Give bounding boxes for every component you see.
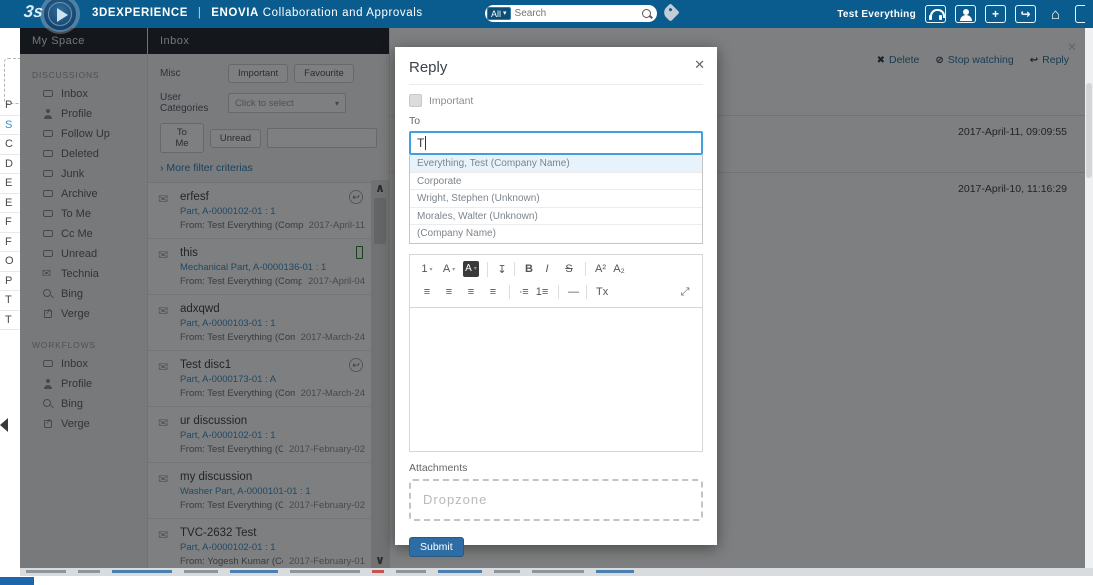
profile-icon[interactable] [955, 5, 976, 23]
autocomplete-option[interactable]: Corporate [410, 173, 702, 191]
search-icon[interactable] [641, 8, 653, 20]
clipped-row: S [0, 116, 20, 136]
user-area: Test Everything + ↪ ⌂ [837, 0, 1085, 28]
superscript-icon[interactable]: A² [585, 262, 608, 276]
clipped-row: F [0, 213, 20, 233]
clipped-row: E [0, 174, 20, 194]
autocomplete-option[interactable]: (Company Name) [410, 225, 702, 243]
align-right-icon[interactable]: ≡ [460, 285, 482, 299]
clipped-row: D [0, 155, 20, 175]
app-suffix: Collaboration and Approvals [263, 7, 423, 19]
reply-modal: ✕ Reply Important To Everything, Test (C… [395, 47, 717, 545]
clipped-row: C [0, 135, 20, 155]
page-scrollbar[interactable] [1085, 28, 1093, 568]
submit-button[interactable]: Submit [409, 537, 464, 557]
autocomplete-option[interactable]: Everything, Test (Company Name) [410, 155, 702, 173]
modal-title: Reply [409, 59, 703, 85]
close-icon[interactable]: ✕ [694, 57, 705, 73]
add-icon[interactable]: + [985, 5, 1006, 23]
numbered-list-icon[interactable]: 1≡ [531, 285, 553, 299]
bold-icon[interactable]: B [514, 262, 536, 276]
horizontal-rule-icon[interactable]: — [558, 285, 581, 299]
text-cursor [425, 136, 426, 150]
important-label: Important [429, 95, 473, 107]
app-name: ENOVIA [211, 7, 259, 19]
underline-icon[interactable]: ↧ [487, 262, 509, 277]
support-headset-icon[interactable] [925, 5, 946, 23]
editor-toolbar: 1AA↧BISA²A₂ ≡≡≡≡∙≡1≡—Tx⤢ [409, 254, 703, 307]
clipped-blue-element [0, 577, 34, 585]
italic-icon[interactable]: I [536, 262, 558, 276]
bullet-list-icon[interactable]: ∙≡ [509, 285, 531, 299]
share-icon[interactable]: ↪ [1015, 5, 1036, 23]
autocomplete-dropdown: Everything, Test (Company Name)Corporate… [409, 155, 703, 244]
attachments-dropzone[interactable]: Dropzone [409, 479, 703, 521]
home-icon[interactable]: ⌂ [1045, 5, 1066, 23]
to-input[interactable] [409, 131, 703, 155]
scrollbar-thumb[interactable] [1086, 83, 1092, 178]
clipped-row: E [0, 194, 20, 214]
clipped-row: T [0, 311, 20, 331]
paragraph-style-icon[interactable]: 1 [416, 262, 438, 276]
autocomplete-option[interactable]: Wright, Stephen (Unknown) [410, 190, 702, 208]
subscript-icon[interactable]: A₂ [608, 262, 630, 276]
fullscreen-icon[interactable]: ⤢ [674, 285, 696, 300]
clipped-row: T [0, 291, 20, 311]
editor-body[interactable] [409, 307, 703, 452]
search-input[interactable] [511, 8, 641, 19]
clipped-row-list: PSCDEEFFOPTT [0, 96, 20, 330]
important-checkbox[interactable] [409, 94, 422, 107]
to-field-wrapper [409, 131, 703, 155]
text-color-icon[interactable]: A [438, 262, 460, 276]
chevron-down-icon: ▾ [503, 8, 507, 20]
panel-collapse-arrow-icon[interactable] [0, 418, 8, 432]
attachments-label: Attachments [409, 462, 703, 474]
play-icon [57, 8, 68, 22]
clipped-row: F [0, 233, 20, 253]
toolbar-row-2: ≡≡≡≡∙≡1≡—Tx⤢ [416, 281, 696, 304]
clipped-row: P [0, 272, 20, 292]
global-search: All ▾ [485, 5, 657, 22]
app-title: 3DEXPERIENCE | ENOVIA Collaboration and … [92, 7, 423, 19]
brand-name: 3DEXPERIENCE [92, 7, 188, 19]
clipped-row: P [0, 96, 20, 116]
tag-icon[interactable] [661, 3, 679, 21]
autocomplete-option[interactable]: Morales, Walter (Unknown) [410, 208, 702, 226]
top-bar: 3s 3DEXPERIENCE | ENOVIA Collaboration a… [0, 0, 1093, 28]
compass-icon[interactable] [42, 0, 78, 32]
clipped-icon[interactable] [1075, 5, 1085, 23]
search-scope-select[interactable]: All ▾ [487, 7, 511, 20]
clipped-row: O [0, 252, 20, 272]
align-center-icon[interactable]: ≡ [438, 285, 460, 299]
align-left-icon[interactable]: ≡ [416, 285, 438, 299]
clipped-content-strip [20, 568, 1093, 576]
highlight-color-icon[interactable]: A [463, 261, 479, 277]
app-root: PSCDEEFFOPTT My Space DISCUSSIONS Inbox [0, 0, 1093, 585]
user-name[interactable]: Test Everything [837, 9, 916, 20]
toolbar-row-1: 1AA↧BISA²A₂ [416, 258, 696, 281]
to-label: To [409, 115, 703, 127]
strikethrough-icon[interactable]: S [558, 262, 580, 276]
align-justify-icon[interactable]: ≡ [482, 285, 504, 299]
clear-format-icon[interactable]: Tx [586, 285, 610, 299]
